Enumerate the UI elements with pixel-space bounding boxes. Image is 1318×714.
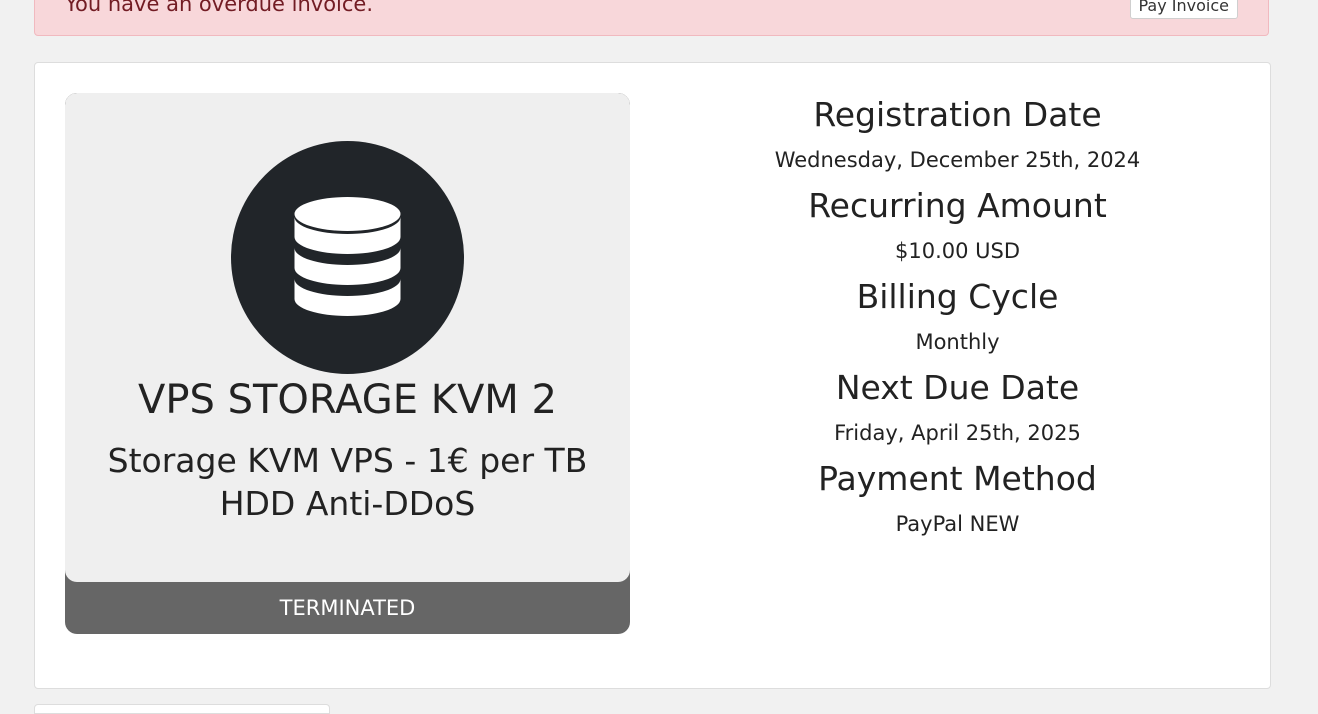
product-name: VPS STORAGE KVM 2 — [138, 377, 557, 423]
product-panel: VPS STORAGE KVM 2 Storage KVM VPS - 1€ p… — [65, 93, 630, 634]
service-info: Registration Date Wednesday, December 25… — [685, 93, 1230, 548]
alert-message: You have an overdue invoice. — [65, 0, 374, 16]
next-due-date-label: Next Due Date — [835, 368, 1080, 407]
status-badge: TERMINATED — [279, 596, 416, 620]
payment-method-value: PayPal NEW — [895, 512, 1020, 536]
product-details-card: VPS STORAGE KVM 2 Storage KVM VPS - 1€ p… — [34, 62, 1271, 689]
product-description: Storage KVM VPS - 1€ per TB HDD Anti-DDo… — [107, 441, 588, 523]
recurring-amount-value: $10.00 USD — [894, 239, 1021, 263]
recurring-amount-label: Recurring Amount — [808, 186, 1107, 225]
payment-method-label: Payment Method — [818, 459, 1097, 498]
next-due-date-value: Friday, April 25th, 2025 — [834, 421, 1081, 445]
pay-invoice-button[interactable]: Pay Invoice — [1129, 0, 1238, 19]
product-icon-circle — [231, 141, 464, 374]
product-body: VPS STORAGE KVM 2 Storage KVM VPS - 1€ p… — [65, 93, 630, 582]
billing-cycle-label: Billing Cycle — [856, 277, 1059, 316]
registration-date-value: Wednesday, December 25th, 2024 — [774, 148, 1141, 172]
registration-date-label: Registration Date — [813, 95, 1102, 134]
billing-cycle-value: Monthly — [915, 330, 1000, 354]
overdue-invoice-alert: You have an overdue invoice. Pay Invoice — [34, 0, 1269, 36]
database-icon — [294, 197, 401, 316]
next-section-tab[interactable] — [34, 704, 330, 714]
